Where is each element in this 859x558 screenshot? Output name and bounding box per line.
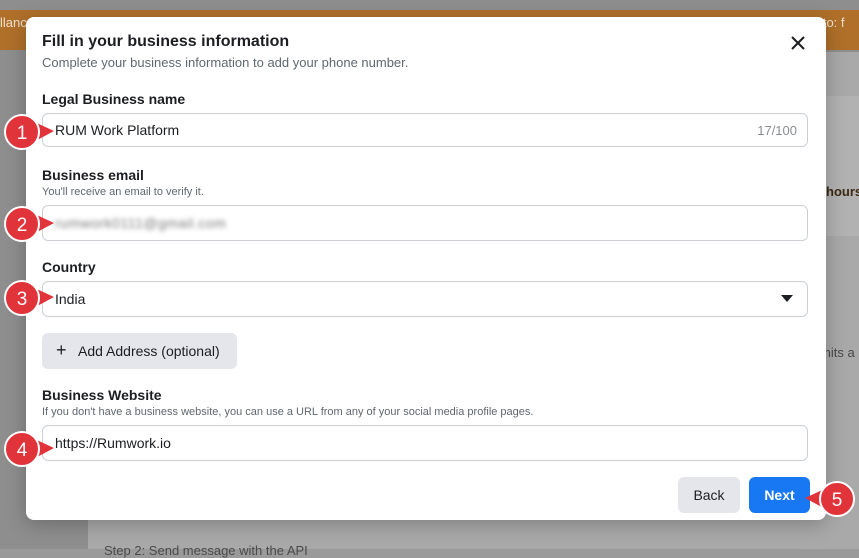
dialog-subtitle: Complete your business information to ad… [42,55,409,70]
add-address-button[interactable]: + Add Address (optional) [42,333,237,369]
marker-number: 2 [17,215,28,236]
website-hint: If you don't have a business website, yo… [42,406,534,418]
email-input[interactable]: rumwork0111@gmail.com [42,205,808,241]
close-icon [791,36,805,50]
background-banner-text-left: llanc [0,15,27,30]
email-value: rumwork0111@gmail.com [55,215,227,231]
callout-marker-2: 2 [0,204,60,244]
marker-number: 5 [832,490,843,511]
callout-marker-1: 1 [0,112,60,152]
website-input[interactable]: https://Rumwork.io [42,425,808,461]
business-info-dialog: Fill in your business information Comple… [26,17,826,520]
legal-name-input[interactable]: RUM Work Platform 17/100 [42,113,808,147]
email-label: Business email [42,167,144,183]
legal-name-value: RUM Work Platform [55,122,180,138]
dialog-title: Fill in your business information [42,33,290,50]
background-footer-text: Step 2: Send message with the API [104,543,308,558]
country-label: Country [42,259,96,275]
legal-name-counter: 17/100 [757,123,797,138]
website-value: https://Rumwork.io [55,435,171,451]
close-button[interactable] [786,31,810,55]
marker-number: 1 [17,123,28,144]
background-card-text: hours [826,184,859,199]
back-button[interactable]: Back [678,477,740,513]
legal-name-label: Legal Business name [42,91,186,107]
add-address-label: Add Address (optional) [78,343,220,359]
email-hint: You'll receive an email to verify it. [42,186,204,198]
marker-number: 3 [17,289,28,310]
plus-icon: + [56,340,67,360]
callout-marker-4: 4 [0,429,60,469]
callout-marker-5: 5 [799,479,859,519]
country-select[interactable]: India [42,281,808,317]
marker-number: 4 [17,440,28,461]
chevron-down-icon [781,295,793,302]
website-label: Business Website [42,387,162,403]
callout-marker-3: 3 [0,278,60,318]
